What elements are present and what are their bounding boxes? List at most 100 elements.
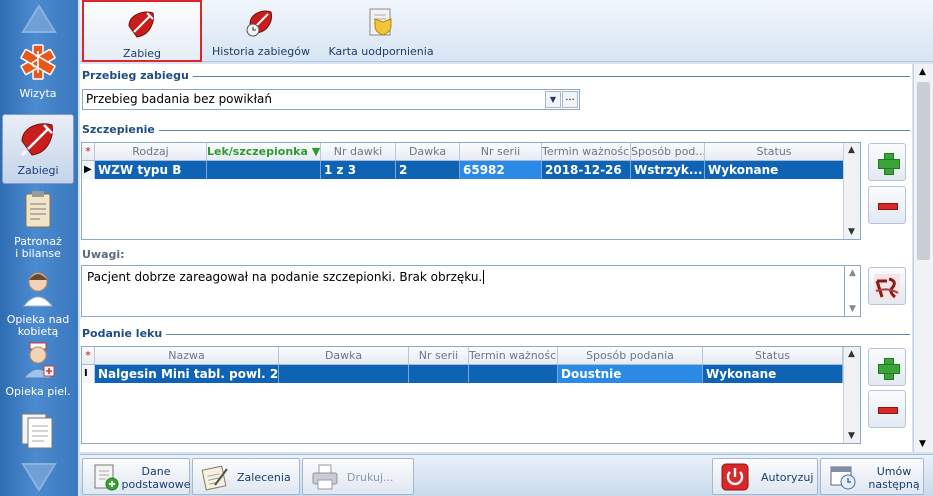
document-add-icon [94,464,119,491]
section-title-uwagi: Uwagi: [82,248,129,261]
bottom-toolbar: Dane podstawowe Zalecenia Drukuj... Auto… [80,454,933,496]
tab-label: Zabieg [122,47,162,60]
power-icon [721,463,749,491]
form-scrollbar[interactable]: ▲ ▼ [913,64,933,452]
column-header[interactable]: Status [703,347,843,364]
sidebar-item-patronaz[interactable]: Patronaż i bilanse [2,190,74,262]
column-header[interactable]: Nr serii [460,143,542,160]
sidebar-item-label: Opieka piel. [5,385,71,398]
woman-doctor-icon [22,272,54,307]
column-header[interactable]: Status [705,143,844,160]
cell-lek[interactable] [207,161,321,179]
column-header[interactable]: Termin ważności [469,347,558,364]
uwagi-textarea[interactable]: Pacjent dobrze zareagował na podanie szc… [81,265,845,317]
remove-szczepienie-button[interactable] [868,186,906,224]
cell-termin[interactable]: 2018-12-26 [542,161,631,179]
cell-dawka[interactable]: 2 [396,161,460,179]
text-cursor-icon: I [82,365,95,383]
grid-scrollbar[interactable]: ▲ ▼ [843,143,860,239]
cell-termin[interactable] [469,365,558,383]
notepad-pen-icon [201,465,228,491]
szczepienie-grid[interactable]: * Rodzaj Lek/szczepionka ▼ Nr dawki Dawk… [81,142,861,240]
plus-icon [878,153,900,175]
column-header[interactable]: Sposób pod... [631,143,705,160]
column-header[interactable]: Sposób podania [558,347,703,364]
minus-icon [878,203,898,210]
section-divider [152,130,910,131]
memo-scrollbar[interactable]: ▲ ▼ [845,265,861,317]
scroll-up-arrow-icon[interactable]: ▲ [919,67,926,77]
cell-nazwa[interactable]: Nalgesin Mini tabl. powl. 2... [95,365,279,383]
spellcheck-icon [874,274,900,300]
cell-nr-serii[interactable]: 65982 [460,161,542,179]
section-divider [180,76,910,77]
column-header[interactable]: Rodzaj [95,143,207,160]
button-label: Dane podstawowe [121,464,191,491]
procedure-form: Przebieg zabiegu Przebieg badania bez po… [80,64,912,452]
button-label: Umów następną [868,464,920,491]
autoryzuj-button[interactable]: Autoryzuj [712,458,818,495]
scroll-up-icon[interactable] [21,4,57,34]
grid-header: * Rodzaj Lek/szczepionka ▼ Nr dawki Dawk… [82,143,860,161]
sidebar-item-opieka-piel[interactable]: Opieka piel. [2,340,74,404]
section-title-przebieg: Przebieg zabiegu [82,69,193,82]
calendar-clock-icon [830,466,856,490]
remove-lek-button[interactable] [868,390,906,428]
tab-zabieg[interactable]: Zabieg [82,0,202,62]
spellcheck-button[interactable] [868,267,906,305]
clipboard-icon [25,191,51,228]
grid-scrollbar[interactable]: ▲ ▼ [843,347,860,443]
add-lek-button[interactable] [868,348,906,386]
cell-status[interactable]: Wykonane [703,365,843,383]
syringe-icon [21,123,53,156]
module-sidebar: Wizyta Zabiegi Patronaż i bilanse Opieka… [0,0,78,496]
umow-nastepna-button[interactable]: Umów następną [820,458,924,495]
plus-icon [878,358,900,380]
documents-icon [21,413,53,449]
cell-rodzaj[interactable]: WZW typu B [95,161,207,179]
zalecenia-button[interactable]: Zalecenia [192,458,300,495]
uwagi-text: Pacjent dobrze zareagował na podanie szc… [87,270,483,284]
row-indicator-icon: ▶ [82,161,95,179]
column-header[interactable]: Termin ważności [542,143,631,160]
sidebar-item-label: Opieka nad kobietą [6,313,70,338]
minus-icon [878,407,898,414]
przebieg-combobox[interactable]: Przebieg badania bez powikłań ▼ ... [82,89,580,110]
ellipsis-button[interactable]: ... [562,91,578,108]
column-header[interactable]: Nr dawki [321,143,396,160]
tab-historia-zabiegow[interactable]: Historia zabiegów [210,0,312,62]
tab-karta-uodpornienia[interactable]: Karta uodpornienia [326,0,436,62]
scroll-down-arrow-icon[interactable]: ▼ [919,439,926,449]
sidebar-item-opieka-kobieta[interactable]: Opieka nad kobietą [2,268,74,338]
table-row[interactable]: I Nalgesin Mini tabl. powl. 2... Doustni… [82,365,860,383]
cell-status[interactable]: Wykonane [705,161,844,179]
scrollbar-thumb[interactable] [917,82,930,260]
sidebar-item-dokumenty[interactable] [2,410,74,456]
printer-icon [312,464,338,490]
column-header[interactable]: Dawka [396,143,460,160]
syringe-history-icon [246,10,272,37]
sidebar-item-wizyta[interactable]: Wizyta [2,42,74,108]
button-label: Autoryzuj [761,471,814,484]
scroll-down-icon[interactable] [21,462,57,492]
add-szczepienie-button[interactable] [868,143,906,181]
drukuj-button[interactable]: Drukuj... [302,458,414,495]
cell-nr-serii[interactable] [409,365,469,383]
section-title-podanie: Podanie leku [82,327,167,340]
column-header[interactable]: Nr serii [409,347,469,364]
medical-star-icon [20,44,56,80]
cell-dawka[interactable] [279,365,409,383]
sidebar-item-zabiegi[interactable]: Zabiegi [2,114,74,184]
table-row[interactable]: ▶ WZW typu B 1 z 3 2 65982 2018-12-26 Ws… [82,161,860,179]
column-header[interactable]: Dawka [279,347,409,364]
column-header-sorted[interactable]: Lek/szczepionka ▼ [207,143,321,160]
cell-sposob-podania[interactable]: Doustnie [558,365,703,383]
dane-podstawowe-button[interactable]: Dane podstawowe [82,458,191,495]
cell-sposob[interactable]: Wstrzyk... [631,161,705,179]
dropdown-arrow-icon[interactable]: ▼ [545,91,561,108]
column-header[interactable]: Nazwa [95,347,279,364]
podanie-grid[interactable]: * Nazwa Dawka Nr serii Termin ważności S… [81,346,861,444]
shield-card-icon [369,8,392,36]
section-divider [160,334,910,335]
cell-nr-dawki[interactable]: 1 z 3 [321,161,396,179]
